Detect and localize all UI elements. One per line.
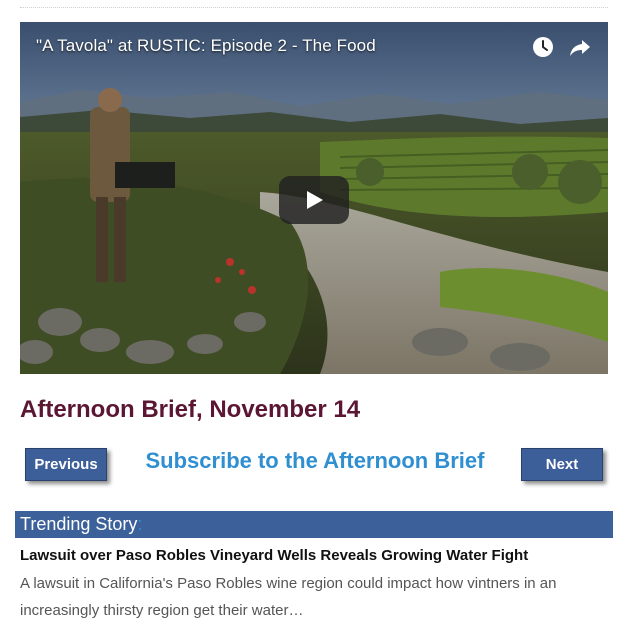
next-button[interactable]: Next — [521, 448, 603, 481]
trending-label: Trending Story: — [20, 514, 142, 535]
top-divider — [20, 7, 608, 8]
watch-later-icon[interactable] — [530, 34, 556, 60]
video-title[interactable]: "A Tavola" at RUSTIC: Episode 2 - The Fo… — [36, 36, 376, 56]
play-button[interactable] — [279, 176, 349, 224]
page-title: Afternoon Brief, November 14 — [20, 396, 361, 423]
play-icon — [307, 191, 323, 209]
trending-label-text: Trending Story — [20, 514, 138, 534]
video-player[interactable]: "A Tavola" at RUSTIC: Episode 2 - The Fo… — [20, 22, 608, 374]
share-icon[interactable] — [567, 34, 593, 60]
subscribe-link[interactable]: Subscribe to the Afternoon Brief — [120, 448, 510, 474]
trending-colon: : — [137, 514, 143, 534]
trending-story-link[interactable]: Lawsuit over Paso Robles Vineyard Wells … — [20, 547, 528, 564]
trending-header: Trending Story: — [15, 511, 613, 538]
trending-story-snippet: A lawsuit in California's Paso Robles wi… — [20, 575, 557, 619]
previous-button[interactable]: Previous — [25, 448, 107, 481]
